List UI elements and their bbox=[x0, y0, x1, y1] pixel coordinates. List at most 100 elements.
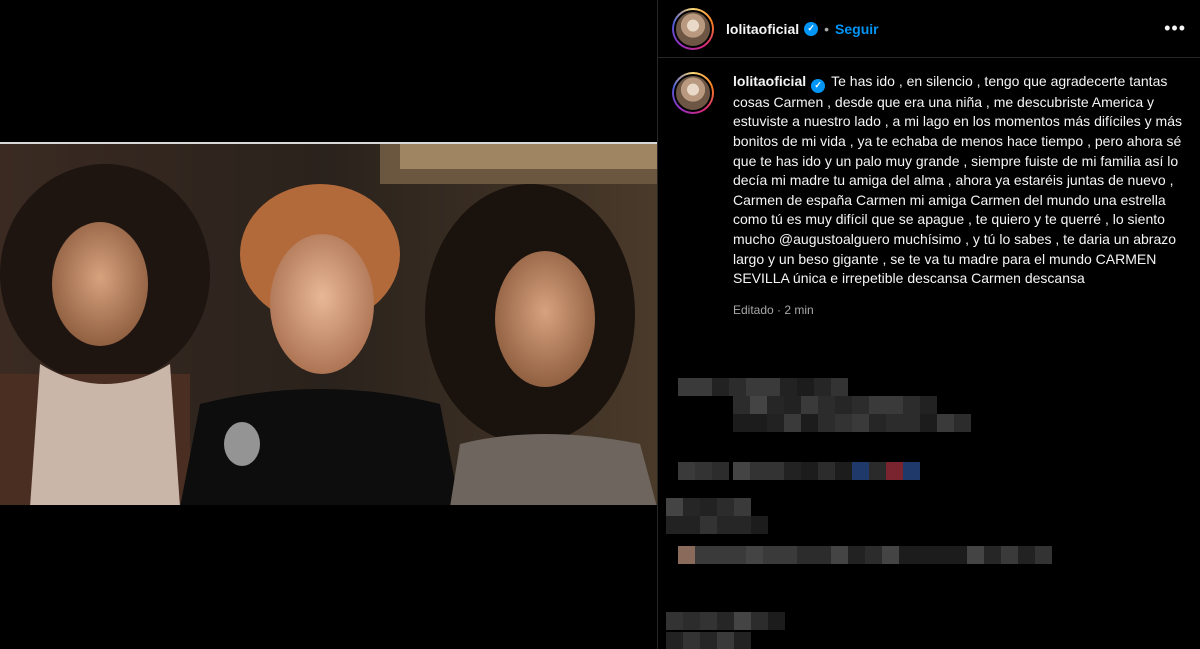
post-media bbox=[0, 0, 657, 649]
blur-pixel bbox=[767, 396, 784, 414]
blur-pixel bbox=[984, 546, 1001, 564]
blurred-comment-row bbox=[678, 462, 729, 480]
blurred-comment-row bbox=[666, 516, 768, 534]
blur-pixel bbox=[903, 462, 920, 480]
blurred-comment-row bbox=[666, 498, 751, 516]
blur-pixel bbox=[729, 546, 746, 564]
post-caption: lolitaoficial ✓ Te has ido , en silencio ,… bbox=[658, 58, 1200, 320]
blur-pixel bbox=[763, 378, 780, 396]
blur-pixel bbox=[831, 546, 848, 564]
blur-pixel bbox=[700, 612, 717, 630]
blur-pixel bbox=[933, 546, 950, 564]
blur-pixel bbox=[734, 632, 751, 649]
blur-pixel bbox=[734, 516, 751, 534]
blur-pixel bbox=[780, 378, 797, 396]
blur-pixel bbox=[869, 414, 886, 432]
blur-pixel bbox=[852, 462, 869, 480]
blur-pixel bbox=[683, 632, 700, 649]
blur-pixel bbox=[801, 414, 818, 432]
blur-pixel bbox=[954, 414, 971, 432]
caption-username-link[interactable]: lolitaoficial bbox=[733, 73, 806, 89]
blur-pixel bbox=[700, 516, 717, 534]
blur-pixel bbox=[733, 462, 750, 480]
blur-pixel bbox=[814, 546, 831, 564]
blur-pixel bbox=[869, 462, 886, 480]
blur-pixel bbox=[678, 378, 695, 396]
blur-pixel bbox=[767, 414, 784, 432]
blur-pixel bbox=[750, 396, 767, 414]
blur-pixel bbox=[882, 546, 899, 564]
edited-timestamp: Editado · 2 min bbox=[733, 302, 814, 317]
photo-three-women bbox=[0, 144, 657, 505]
blurred-comment-row bbox=[678, 378, 848, 396]
blur-pixel bbox=[717, 632, 734, 649]
blur-pixel bbox=[797, 378, 814, 396]
blurred-comment-row bbox=[733, 396, 937, 414]
blur-pixel bbox=[734, 612, 751, 630]
blur-pixel bbox=[733, 414, 750, 432]
blur-pixel bbox=[818, 396, 835, 414]
blur-pixel bbox=[848, 546, 865, 564]
blur-pixel bbox=[818, 462, 835, 480]
blur-pixel bbox=[852, 414, 869, 432]
blur-pixel bbox=[712, 378, 729, 396]
blur-pixel bbox=[886, 462, 903, 480]
blur-pixel bbox=[916, 546, 933, 564]
blur-pixel bbox=[865, 546, 882, 564]
blur-pixel bbox=[797, 546, 814, 564]
blur-pixel bbox=[666, 632, 683, 649]
blur-pixel bbox=[903, 414, 920, 432]
blur-pixel bbox=[1018, 546, 1035, 564]
username-link[interactable]: lolitaoficial bbox=[726, 21, 799, 37]
blur-pixel bbox=[886, 414, 903, 432]
blur-pixel bbox=[695, 462, 712, 480]
blur-pixel bbox=[835, 414, 852, 432]
blur-pixel bbox=[666, 498, 683, 516]
post-header: lolitaoficial ✓ • Seguir ••• bbox=[658, 0, 1200, 58]
blurred-comment-row bbox=[666, 632, 751, 649]
blurred-comment-row bbox=[678, 546, 1052, 564]
blur-pixel bbox=[801, 396, 818, 414]
blur-pixel bbox=[746, 378, 763, 396]
blur-pixel bbox=[903, 396, 920, 414]
blur-pixel bbox=[835, 462, 852, 480]
blur-pixel bbox=[784, 396, 801, 414]
blur-pixel bbox=[678, 546, 695, 564]
blur-pixel bbox=[729, 378, 746, 396]
verified-badge-icon: ✓ bbox=[811, 78, 826, 93]
caption-avatar[interactable] bbox=[672, 72, 714, 114]
blur-pixel bbox=[831, 378, 848, 396]
blur-pixel bbox=[695, 378, 712, 396]
blur-pixel bbox=[683, 498, 700, 516]
blur-pixel bbox=[1001, 546, 1018, 564]
blur-pixel bbox=[733, 396, 750, 414]
blur-pixel bbox=[835, 396, 852, 414]
blur-pixel bbox=[1035, 546, 1052, 564]
follow-button[interactable]: Seguir bbox=[835, 21, 879, 37]
blur-pixel bbox=[886, 396, 903, 414]
blur-pixel bbox=[784, 462, 801, 480]
blur-pixel bbox=[717, 516, 734, 534]
blur-pixel bbox=[784, 414, 801, 432]
blur-pixel bbox=[666, 612, 683, 630]
caption-text: Te has ido , en silencio , tengo que agr… bbox=[733, 73, 1182, 287]
avatar[interactable] bbox=[672, 7, 714, 50]
post-photo[interactable] bbox=[0, 142, 657, 505]
blur-pixel bbox=[768, 612, 785, 630]
blur-pixel bbox=[751, 612, 768, 630]
blurred-comment-row bbox=[666, 612, 785, 630]
blur-pixel bbox=[717, 612, 734, 630]
separator-dot: • bbox=[824, 20, 830, 37]
caption-body: lolitaoficial ✓ Te has ido , en silencio ,… bbox=[733, 72, 1183, 320]
more-options-icon[interactable]: ••• bbox=[1164, 18, 1186, 39]
blur-pixel bbox=[950, 546, 967, 564]
blur-pixel bbox=[683, 516, 700, 534]
blur-pixel bbox=[683, 612, 700, 630]
blur-pixel bbox=[712, 462, 729, 480]
blur-pixel bbox=[818, 414, 835, 432]
blur-pixel bbox=[700, 498, 717, 516]
blur-pixel bbox=[920, 414, 937, 432]
blur-pixel bbox=[695, 546, 712, 564]
blur-pixel bbox=[767, 462, 784, 480]
blur-pixel bbox=[750, 462, 767, 480]
